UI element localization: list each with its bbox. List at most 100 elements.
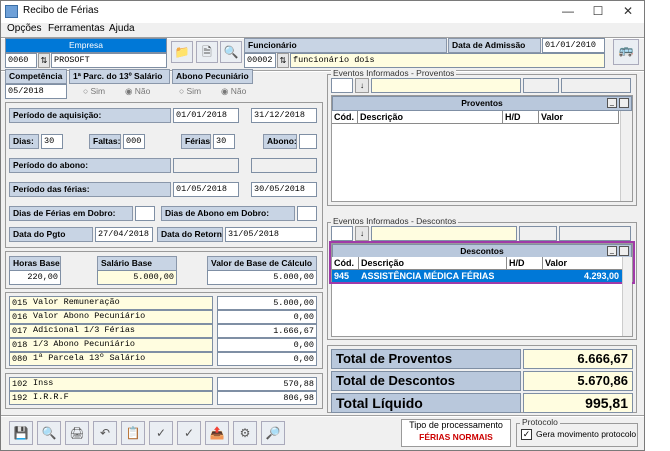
empresa-code-field[interactable]: 0060 (5, 53, 37, 68)
admissao-field[interactable]: 01/01/2010 (542, 38, 605, 53)
abono-dias-field[interactable] (299, 134, 317, 149)
proventos-minimize-icon[interactable]: _ (607, 98, 617, 108)
faltas-label: Faltas: (89, 134, 121, 149)
descontos-scrollbar[interactable] (622, 257, 632, 336)
dias-dobro-label: Dias de Férias em Dobro: (9, 206, 133, 221)
desc-desc-field[interactable] (371, 226, 517, 241)
ferias-field[interactable]: 30 (213, 134, 235, 149)
list-item-label: 1/3 Abono Pecuniário (33, 339, 136, 349)
confirm-icon[interactable]: ✓ (177, 421, 201, 445)
save-icon[interactable]: 💾 (9, 421, 33, 445)
list-item-label: 1ª Parcela 13º Salário (33, 353, 146, 363)
funcionario-lookup-icon[interactable]: ⇅ (277, 53, 289, 68)
funcionario-code-field[interactable]: 00002 (244, 53, 276, 68)
dias-dobro-field[interactable] (135, 206, 155, 221)
periodo-aquisicao-end[interactable]: 31/12/2018 (251, 108, 317, 123)
print-icon[interactable]: 🖨 (65, 421, 89, 445)
prov-valor-field[interactable] (561, 78, 631, 93)
list-item-value: 0,00 (217, 352, 317, 366)
proventos-scrollbar[interactable] (620, 111, 632, 201)
menu-ajuda[interactable]: Ajuda (109, 23, 135, 34)
empresa-lookup-icon[interactable]: ⇅ (38, 53, 50, 68)
periodo-abono-end[interactable] (251, 158, 317, 173)
data-pgto-label: Data do Pgto (9, 227, 93, 242)
close-icon[interactable]: ✕ (613, 1, 643, 22)
funcionario-name-field[interactable]: funcionário dois (290, 53, 605, 68)
periodo-ferias-start[interactable]: 01/05/2018 (173, 182, 239, 197)
competencia-label: Competência (5, 69, 67, 84)
list-item-value: 5.000,00 (217, 296, 317, 310)
abono-dobro-field[interactable] (297, 206, 317, 221)
valor-base-field[interactable]: 5.000,00 (207, 270, 317, 285)
parcela13-nao-radio[interactable]: ◉ Não (125, 86, 150, 97)
selection-highlight (329, 241, 635, 284)
zoom-icon[interactable]: 🔎 (261, 421, 285, 445)
salario-base-label: Salário Base (97, 256, 177, 271)
bus-icon[interactable]: 🚌 (613, 39, 639, 65)
list-item-value: 570,88 (217, 377, 317, 391)
total-liquido-label: Total Líquido (331, 393, 521, 413)
col-hd[interactable]: H/D (503, 111, 539, 124)
dias-label: Dias: (9, 134, 39, 149)
undo-icon[interactable]: ↶ (93, 421, 117, 445)
periodo-aquisicao-start[interactable]: 01/01/2018 (173, 108, 239, 123)
desc-valor-field[interactable] (559, 226, 631, 241)
open-folder-icon[interactable]: 📁 (171, 41, 193, 63)
horas-base-field[interactable]: 220,00 (9, 270, 61, 285)
search-document-icon[interactable]: 🔍 (220, 41, 242, 63)
list-item-value: 806,98 (217, 391, 317, 405)
protocolo-checkbox[interactable]: ✓ (521, 429, 532, 440)
proventos-title: Proventos (332, 96, 632, 111)
dias-field[interactable]: 30 (41, 134, 63, 149)
desc-lookup-icon[interactable]: ↓ (355, 226, 369, 241)
data-pgto-field[interactable]: 27/04/2018 (95, 227, 153, 242)
prov-hd-field[interactable] (523, 78, 559, 93)
list-item-value: 1.666,67 (217, 324, 317, 338)
periodo-abono-label: Período do abono: (9, 158, 171, 173)
prov-lookup-icon[interactable]: ↓ (355, 78, 369, 93)
desc-hd-field[interactable] (519, 226, 557, 241)
abono-sim-radio[interactable]: ○ Sim (179, 86, 201, 96)
app-window: Recibo de Férias — ☐ ✕ Opções Ferramenta… (0, 0, 645, 451)
document-icon[interactable]: 🗎 (196, 41, 218, 63)
desc-code-field[interactable] (331, 226, 353, 241)
list-item-value: 0,00 (217, 338, 317, 352)
check-icon[interactable]: ✓ (149, 421, 173, 445)
horas-base-label: Horas Base (9, 256, 61, 271)
periodo-abono-start[interactable] (173, 158, 239, 173)
menu-opcoes[interactable]: Opções (7, 23, 41, 34)
periodo-aquisicao-label: Período de aquisição: (9, 108, 171, 123)
window-title: Recibo de Férias (23, 5, 99, 16)
processamento-label: Tipo de processamento (409, 420, 503, 430)
competencia-field[interactable]: 05/2018 (5, 84, 67, 99)
maximize-icon[interactable]: ☐ (583, 1, 613, 22)
total-descontos-label: Total de Descontos (331, 371, 521, 391)
settings-icon[interactable]: ⚙ (233, 421, 257, 445)
prov-code-field[interactable] (331, 78, 353, 93)
total-proventos-value: 6.666,67 (523, 349, 633, 369)
col-cod[interactable]: Cód. (332, 111, 358, 124)
col-descricao[interactable]: Descrição (358, 111, 503, 124)
faltas-field[interactable]: 000 (123, 134, 145, 149)
search-icon[interactable]: 🔍 (37, 421, 61, 445)
periodo-ferias-end[interactable]: 30/05/2018 (251, 182, 317, 197)
ferias-label: Férias: (181, 134, 211, 149)
app-icon (5, 5, 18, 18)
title-bar: Recibo de Férias — ☐ ✕ (1, 1, 644, 23)
report-icon[interactable]: 📋 (121, 421, 145, 445)
menu-ferramentas[interactable]: Ferramentas (48, 23, 105, 34)
empresa-name-field[interactable]: PROSOFT (51, 53, 167, 68)
protocolo-check-label: Gera movimento protocolo (536, 429, 637, 439)
parcela13-sim-radio[interactable]: ○ Sim (83, 86, 105, 96)
col-valor[interactable]: Valor (539, 111, 619, 124)
abono-nao-radio[interactable]: ◉ Não (221, 86, 246, 97)
export-icon[interactable]: 📤 (205, 421, 229, 445)
proventos-maximize-icon[interactable] (619, 98, 629, 108)
data-retorno-field[interactable]: 31/05/2018 (225, 227, 317, 242)
list-item-label: Valor Remuneração (33, 297, 120, 307)
minimize-icon[interactable]: — (553, 1, 583, 22)
processamento-value: FÉRIAS NORMAIS (419, 432, 493, 442)
empresa-label: Empresa (5, 38, 167, 53)
salario-base-field[interactable]: 5.000,00 (97, 270, 177, 285)
prov-desc-field[interactable] (371, 78, 521, 93)
